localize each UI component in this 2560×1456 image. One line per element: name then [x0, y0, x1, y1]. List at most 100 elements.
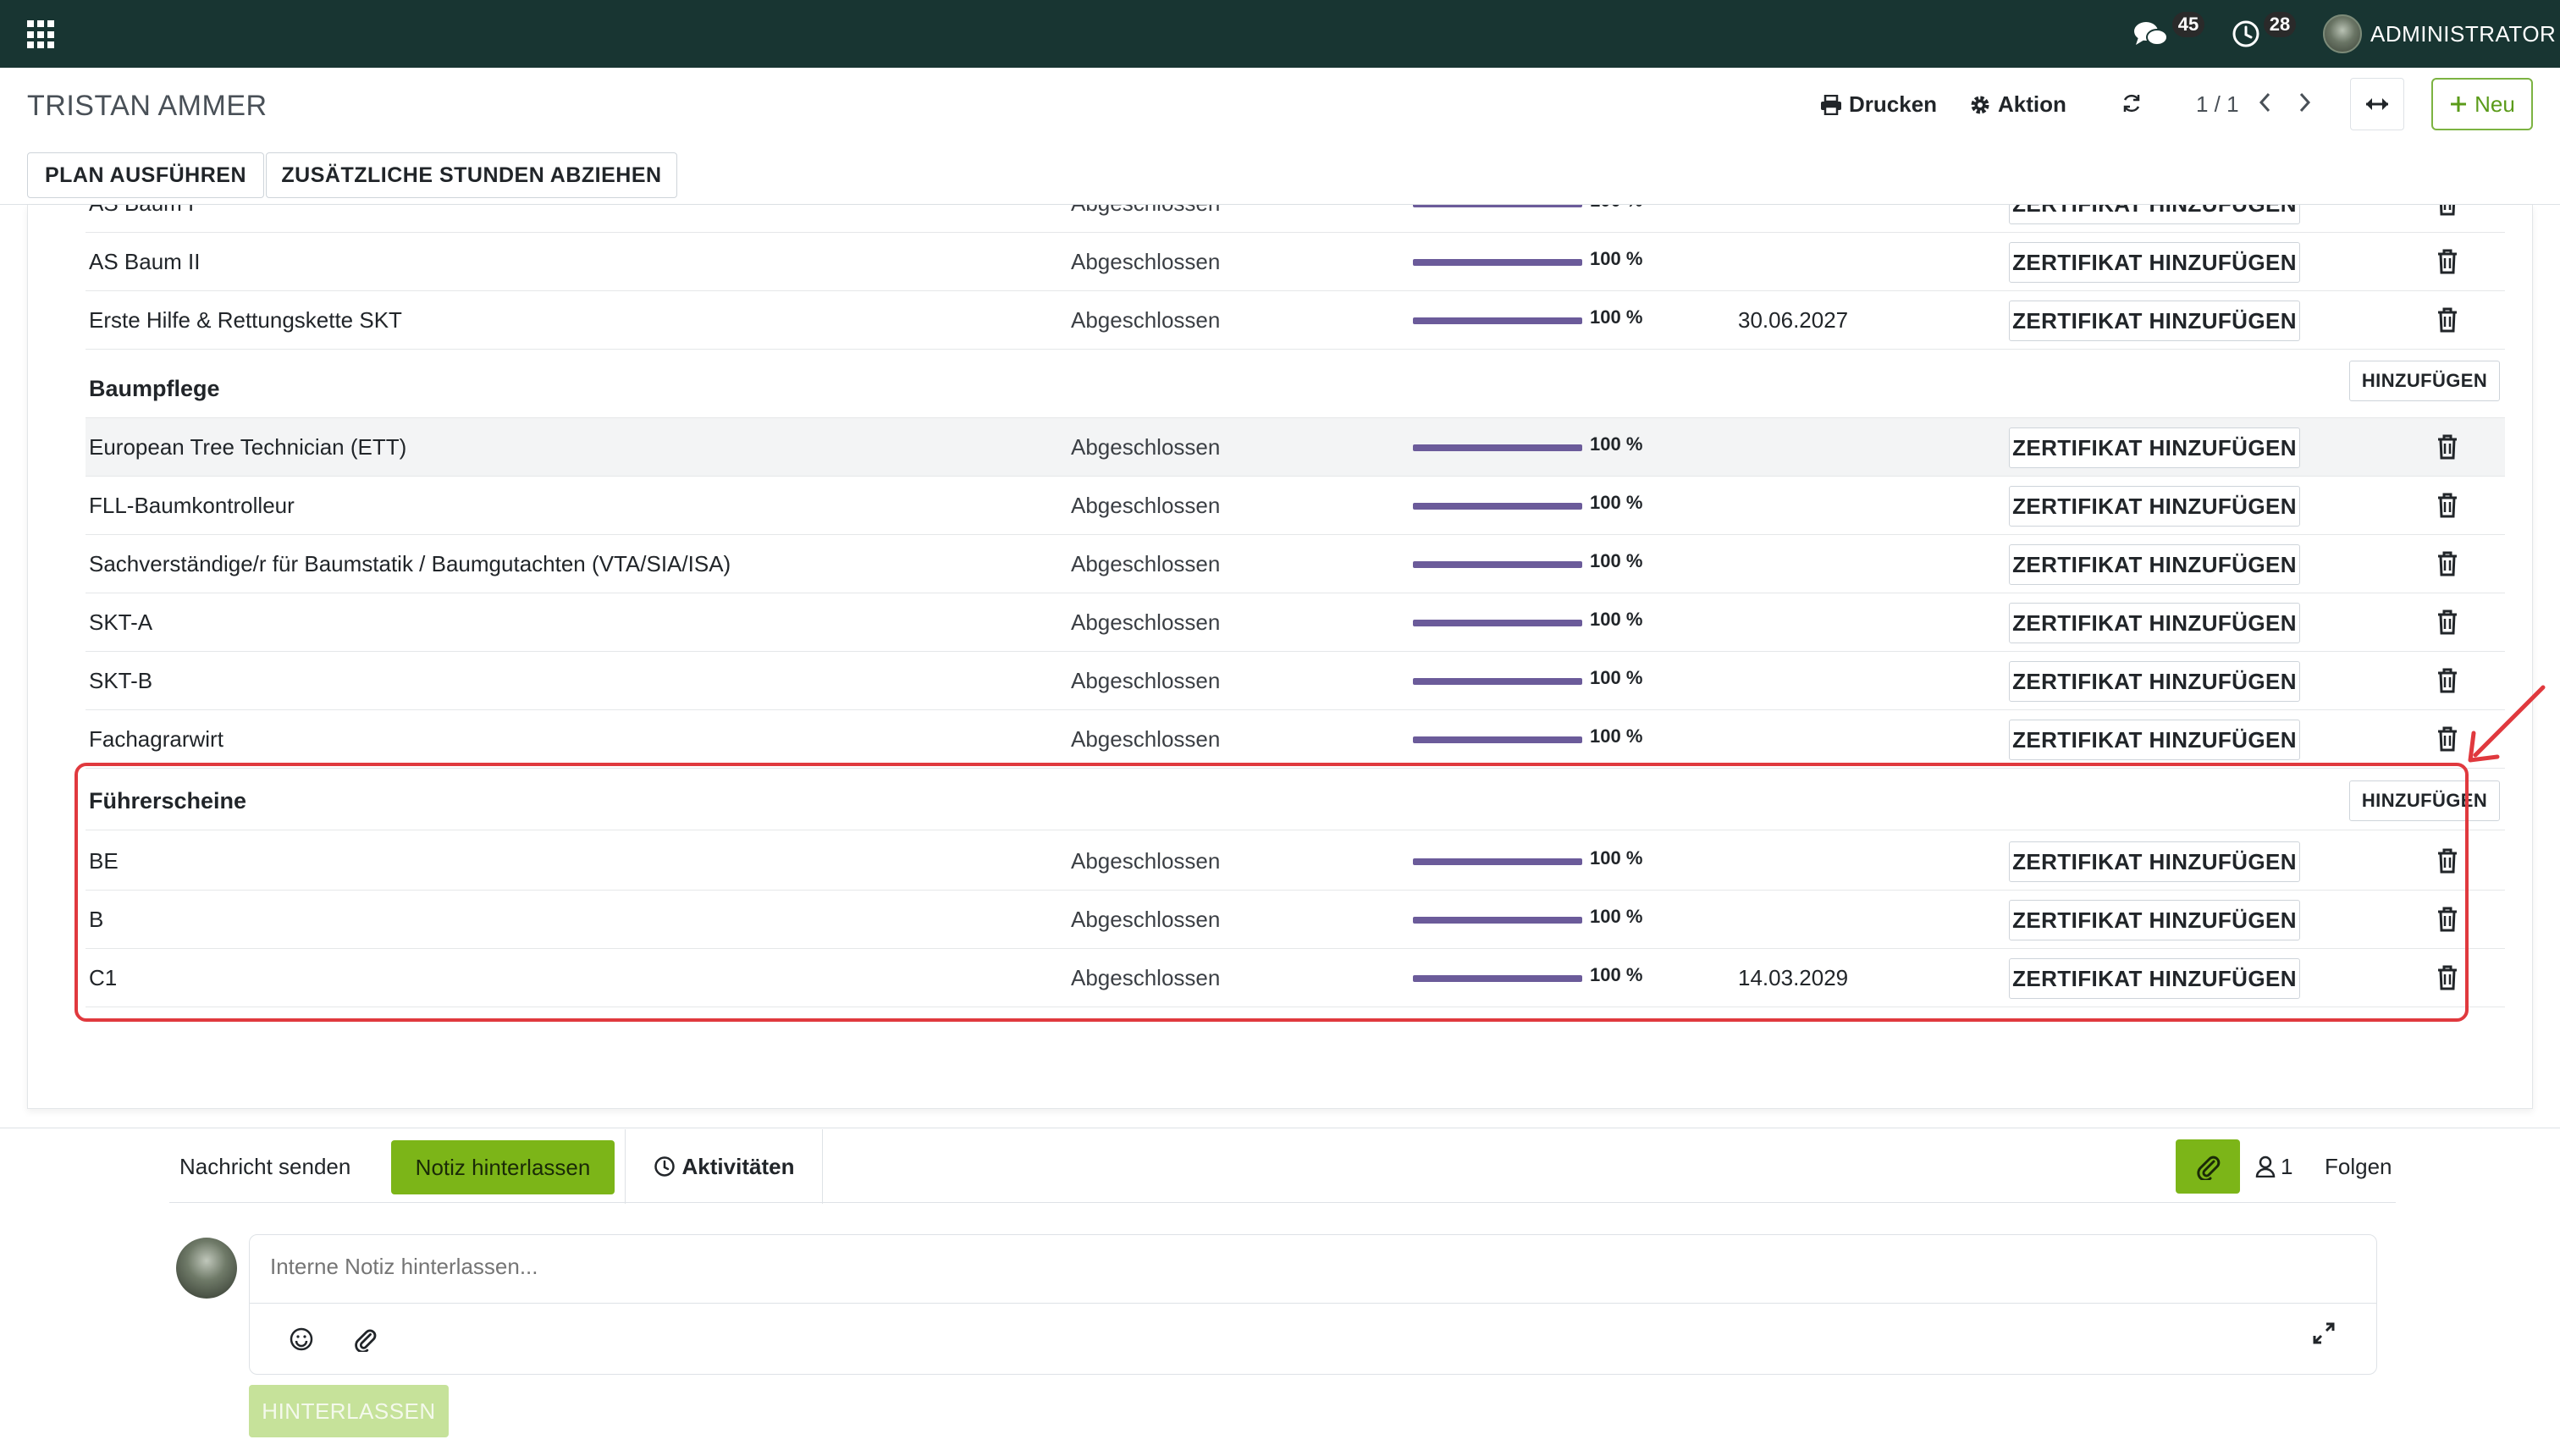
expiry-date: 30.06.2027	[1738, 307, 1849, 333]
expand-width-button[interactable]	[2350, 78, 2404, 130]
paperclip-icon[interactable]	[353, 1326, 377, 1352]
add-certificate-button[interactable]: ZERTIFIKAT HINZUFÜGEN	[2009, 242, 2300, 283]
print-button[interactable]: Drucken	[1820, 91, 1937, 118]
submit-note-button[interactable]: HINTERLASSEN	[249, 1385, 449, 1437]
status-text: Abgeschlossen	[1071, 205, 1220, 233]
progress-text: 100 %	[1590, 248, 1643, 269]
progress-text: 100 %	[1590, 492, 1643, 513]
run-plan-button[interactable]: PLAN AUSFÜHREN	[27, 152, 264, 198]
action-button[interactable]: Aktion	[1969, 91, 2066, 118]
follow-button[interactable]: Folgen	[2325, 1139, 2392, 1194]
log-note-button[interactable]: Notiz hinterlassen	[391, 1140, 615, 1194]
chat-bubbles-icon	[2134, 22, 2168, 46]
annotation-highlight-box	[74, 763, 2469, 1022]
status-text: Abgeschlossen	[1071, 668, 1221, 693]
chevron-right-icon	[2299, 92, 2311, 113]
action-label: Aktion	[1998, 91, 2066, 117]
activities-menu[interactable]: 28	[2232, 0, 2296, 68]
trash-icon[interactable]	[2436, 609, 2459, 636]
page-title: TRISTAN AMMER	[27, 90, 268, 122]
add-certificate-button[interactable]: ZERTIFIKAT HINZUFÜGEN	[2009, 544, 2300, 585]
trash-icon[interactable]	[2436, 433, 2459, 461]
skill-name: Sachverständige/r für Baumstatik / Baumg…	[89, 551, 731, 576]
table-row[interactable]: Fachagrarwirt Abgeschlossen 100 % ZERTIF…	[86, 710, 2505, 769]
status-text: Abgeschlossen	[1071, 434, 1221, 460]
avatar	[2323, 14, 2362, 53]
activities-count-badge: 28	[2264, 12, 2296, 37]
trash-icon[interactable]	[2436, 550, 2459, 577]
emoji-icon[interactable]	[289, 1326, 314, 1352]
skill-name: AS Baum II	[89, 249, 201, 274]
top-navbar: 45 28 ADMINISTRATOR	[0, 0, 2560, 68]
section-header-baumpflege: Baumpflege HINZUFÜGEN	[86, 360, 2505, 418]
trash-icon[interactable]	[2436, 205, 2459, 217]
trash-icon[interactable]	[2436, 248, 2459, 275]
table-row[interactable]: Erste Hilfe & Rettungskette SKT Abgeschl…	[86, 291, 2505, 350]
skill-name: Erste Hilfe & Rettungskette SKT	[89, 307, 402, 333]
add-certificate-button[interactable]: ZERTIFIKAT HINZUFÜGEN	[2009, 205, 2300, 224]
messages-menu[interactable]: 45	[2133, 0, 2204, 68]
attachment-button[interactable]	[2176, 1139, 2240, 1194]
activities-label: Aktivitäten	[681, 1153, 795, 1179]
trash-icon[interactable]	[2436, 492, 2459, 519]
table-row[interactable]: FLL-Baumkontrolleur Abgeschlossen 100 % …	[86, 477, 2505, 535]
new-button[interactable]: Neu	[2431, 78, 2533, 130]
add-certificate-button[interactable]: ZERTIFIKAT HINZUFÜGEN	[2009, 486, 2300, 527]
clock-icon	[654, 1156, 675, 1177]
status-text: Abgeschlossen	[1071, 249, 1221, 274]
trash-icon[interactable]	[2436, 667, 2459, 694]
gear-icon	[1971, 96, 1989, 113]
refresh-button[interactable]	[2120, 91, 2143, 115]
add-certificate-button[interactable]: ZERTIFIKAT HINZUFÜGEN	[2009, 301, 2300, 341]
chevron-left-icon	[2259, 92, 2270, 113]
trash-icon[interactable]	[2436, 725, 2459, 753]
send-message-tab[interactable]: Nachricht senden	[179, 1139, 350, 1194]
paperclip-icon	[2197, 1155, 2221, 1180]
expand-icon[interactable]	[2310, 1320, 2337, 1347]
table-row[interactable]: European Tree Technician (ETT) Abgeschlo…	[86, 418, 2505, 477]
skill-name: Fachagrarwirt	[89, 726, 223, 752]
print-label: Drucken	[1849, 91, 1938, 117]
skill-name: FLL-Baumkontrolleur	[89, 493, 295, 518]
progress-text: 100 %	[1590, 609, 1643, 630]
deduct-hours-button[interactable]: ZUSÄTZLICHE STUNDEN ABZIEHEN	[266, 152, 677, 198]
add-certificate-button[interactable]: ZERTIFIKAT HINZUFÜGEN	[2009, 661, 2300, 702]
skill-name: SKT-B	[89, 668, 153, 693]
annotation-arrow-icon	[2468, 685, 2546, 763]
skill-name: SKT-A	[89, 609, 153, 635]
pager-next-button[interactable]	[2296, 90, 2313, 115]
apps-grid-icon[interactable]	[27, 20, 56, 49]
add-skill-button[interactable]: HINZUFÜGEN	[2349, 361, 2500, 401]
table-row[interactable]: Sachverständige/r für Baumstatik / Baumg…	[86, 535, 2505, 593]
chatter-tabs-underline	[169, 1202, 2396, 1203]
note-composer	[249, 1234, 2377, 1375]
refresh-icon	[2123, 94, 2140, 113]
user-menu[interactable]: ADMINISTRATOR	[2323, 0, 2556, 68]
trash-icon[interactable]	[2436, 306, 2459, 334]
table-row[interactable]: SKT-B Abgeschlossen 100 % ZERTIFIKAT HIN…	[86, 652, 2505, 710]
note-input[interactable]	[270, 1254, 2302, 1280]
add-certificate-button[interactable]: ZERTIFIKAT HINZUFÜGEN	[2009, 603, 2300, 643]
table-row[interactable]: SKT-A Abgeschlossen 100 % ZERTIFIKAT HIN…	[86, 593, 2505, 652]
progress-text: 100 %	[1590, 433, 1643, 455]
table-row[interactable]: AS Baum I Abgeschlossen 100 % ZERTIFIKAT…	[86, 205, 2505, 233]
progress-bar	[1413, 444, 1582, 451]
progress-bar	[1413, 317, 1582, 324]
add-certificate-button[interactable]: ZERTIFIKAT HINZUFÜGEN	[2009, 720, 2300, 760]
control-panel: TRISTAN AMMER Drucken Aktion 1 / 1 Neu P…	[0, 68, 2560, 205]
progress-bar	[1413, 678, 1582, 685]
pager-value[interactable]: 1 / 1	[2196, 91, 2239, 118]
activities-button[interactable]: Aktivitäten	[625, 1129, 823, 1204]
progress-text: 100 %	[1590, 205, 1642, 227]
pager-previous-button[interactable]	[2257, 90, 2274, 115]
plus-icon	[2451, 97, 2467, 112]
table-row[interactable]: AS Baum II Abgeschlossen 100 % ZERTIFIKA…	[86, 233, 2505, 291]
followers-button[interactable]: 1	[2255, 1139, 2292, 1194]
status-text: Abgeschlossen	[1071, 609, 1221, 635]
arrows-horizontal-icon	[2366, 98, 2388, 110]
avatar	[176, 1238, 237, 1299]
progress-text: 100 %	[1590, 306, 1643, 328]
status-text: Abgeschlossen	[1071, 307, 1221, 333]
add-certificate-button[interactable]: ZERTIFIKAT HINZUFÜGEN	[2009, 427, 2300, 468]
progress-text: 100 %	[1590, 667, 1643, 688]
